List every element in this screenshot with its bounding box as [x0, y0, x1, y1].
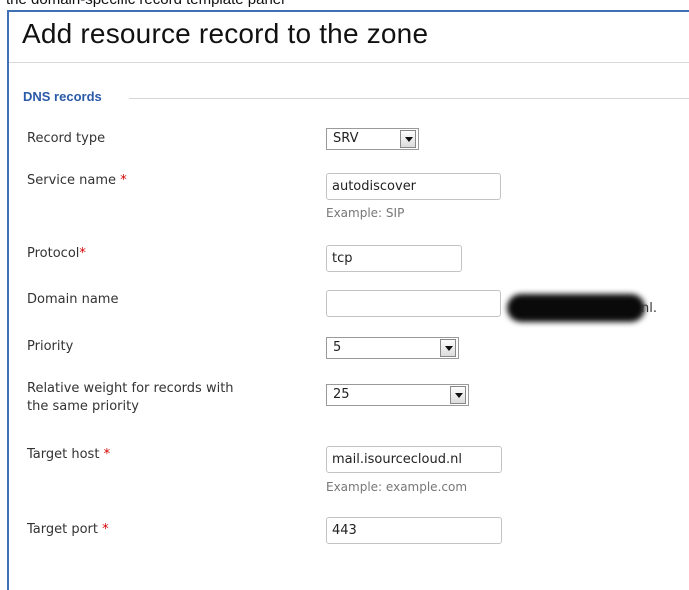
service-name-hint: Example: SIP: [326, 206, 405, 220]
target-port-label: Target port *: [27, 521, 109, 539]
domain-name-input[interactable]: [326, 290, 501, 317]
required-asterisk: *: [103, 447, 111, 462]
title-divider: [9, 62, 689, 63]
record-type-label-text: Record type: [27, 131, 106, 146]
target-host-hint: Example: example.com: [326, 480, 468, 494]
required-asterisk: *: [102, 522, 109, 537]
cropped-caption: the domain-specific record template pane…: [6, 0, 284, 8]
required-asterisk: *: [120, 173, 127, 188]
top-cropped-text: the domain-specific record template pane…: [0, 0, 689, 10]
priority-select[interactable]: 5: [326, 337, 459, 359]
priority-label-text: Priority: [27, 339, 74, 354]
weight-select[interactable]: 25: [326, 384, 469, 406]
section-legend: DNS records: [23, 89, 108, 104]
required-asterisk: *: [79, 246, 86, 261]
chevron-down-icon[interactable]: [440, 339, 456, 357]
record-type-value: SRV: [333, 131, 359, 146]
section-divider: [129, 98, 689, 99]
target-host-label: Target host *: [27, 446, 110, 464]
target-host-label-text: Target host: [27, 447, 100, 462]
chevron-down-icon[interactable]: [400, 130, 416, 148]
chevron-down-icon[interactable]: [450, 386, 466, 404]
record-type-label: Record type: [27, 130, 105, 148]
redacted-domain-blur: [507, 294, 645, 322]
service-name-label: Service name *: [27, 172, 127, 190]
target-host-input[interactable]: mail.isourcecloud.nl: [326, 446, 502, 473]
protocol-input[interactable]: tcp: [326, 245, 462, 272]
domain-name-label: Domain name: [27, 291, 118, 309]
priority-value: 5: [333, 340, 342, 355]
target-port-label-text: Target port: [27, 522, 98, 537]
weight-label-line1: Relative weight for records with: [27, 381, 234, 396]
page-title: Add resource record to the zone: [22, 18, 429, 49]
protocol-label-text: Protocol: [27, 246, 80, 261]
priority-label: Priority: [27, 338, 73, 356]
weight-label-line2: the same priority: [27, 399, 139, 414]
weight-label: Relative weight for records with the sam…: [27, 380, 234, 416]
target-port-input[interactable]: 443: [326, 517, 502, 544]
domain-suffix: nl.: [641, 301, 657, 316]
domain-name-label-text: Domain name: [27, 292, 119, 307]
service-name-input[interactable]: autodiscover: [326, 173, 501, 200]
record-type-select[interactable]: SRV: [326, 128, 419, 150]
add-record-panel: Add resource record to the zone DNS reco…: [7, 10, 689, 590]
weight-value: 25: [333, 387, 350, 402]
protocol-label: Protocol*: [27, 245, 86, 263]
service-name-label-text: Service name: [27, 173, 117, 188]
